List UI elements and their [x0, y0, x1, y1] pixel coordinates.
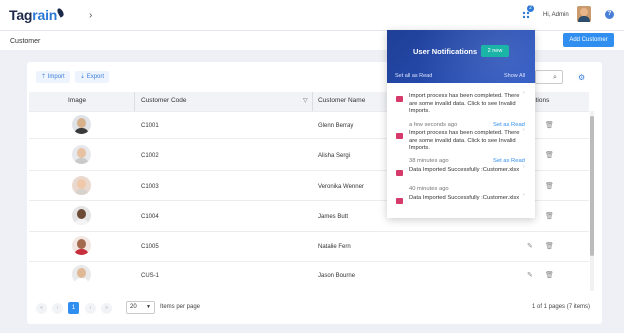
expand-sidebar-icon[interactable]: ›	[89, 10, 92, 21]
chevron-right-icon[interactable]: ›	[523, 192, 525, 198]
cell-customer-code: C1001	[141, 123, 159, 129]
search-icon[interactable]: ⌕	[553, 74, 557, 82]
notification-time: 38 minutes ago	[409, 158, 449, 164]
last-page-button[interactable]: »	[101, 303, 112, 314]
add-customer-button[interactable]: Add Customer	[563, 33, 614, 47]
notifications-header: User Notifications 2 new Set all as Read…	[387, 30, 535, 83]
chevron-right-icon[interactable]: ›	[523, 127, 525, 133]
column-divider[interactable]	[312, 92, 313, 111]
cell-customer-code: CUS-1	[141, 273, 160, 279]
page-size-select[interactable]: 20 ▼	[126, 301, 155, 314]
customer-avatar	[72, 145, 91, 164]
export-label: Export	[86, 74, 105, 80]
chevron-right-icon[interactable]: ›	[523, 164, 525, 170]
edit-icon[interactable]: ✎	[527, 242, 533, 250]
chevron-down-icon: ▼	[146, 304, 151, 310]
cell-customer-code: C1003	[141, 184, 159, 190]
notification-time: a few seconds ago	[409, 122, 458, 128]
row-divider	[29, 231, 589, 232]
help-icon[interactable]: ?	[605, 10, 614, 19]
header-customer-name[interactable]: Customer Name	[318, 97, 365, 104]
next-page-button[interactable]: ›	[85, 303, 96, 314]
import-label: Import	[47, 74, 65, 80]
logo-text-rain: rain	[32, 7, 58, 23]
delete-icon[interactable]: 🗑	[545, 182, 554, 190]
user-greeting[interactable]: Hi, Admin	[543, 12, 569, 18]
admin-avatar[interactable]	[577, 6, 591, 22]
import-button[interactable]: ⇡ Import	[36, 71, 70, 83]
set-as-read-link[interactable]: Set as Read	[493, 158, 525, 164]
items-per-page-label: Items per page	[160, 304, 201, 310]
page-1-button[interactable]: 1	[68, 302, 79, 314]
page-title: Customer	[10, 38, 41, 45]
customer-avatar	[72, 265, 91, 284]
edit-icon[interactable]: ✎	[527, 271, 533, 279]
app-logo[interactable]: Tagrain	[9, 7, 66, 23]
cell-customer-code: C1005	[141, 244, 159, 250]
page-size-value: 20	[130, 304, 137, 310]
notification-text[interactable]: Import process has been completed. There…	[409, 130, 527, 153]
prev-page-button[interactable]: ‹	[52, 303, 63, 314]
customer-avatar	[72, 236, 91, 255]
header-image: Image	[68, 97, 87, 104]
message-icon	[396, 96, 403, 102]
set-as-read-link[interactable]: Set as Read	[493, 122, 525, 128]
cell-customer-name: James Butt	[318, 214, 349, 220]
filter-icon[interactable]: ▽	[303, 97, 308, 104]
customer-avatar	[72, 206, 91, 225]
delete-icon[interactable]: 🗑	[545, 121, 554, 129]
cell-customer-code: C1002	[141, 153, 159, 159]
delete-icon[interactable]: 🗑	[545, 151, 554, 159]
delete-icon[interactable]: 🗑	[545, 271, 554, 279]
row-divider	[29, 261, 589, 262]
message-icon	[396, 170, 403, 176]
cell-customer-name: Veronika Wenner	[318, 184, 364, 190]
message-icon	[396, 133, 403, 139]
header-customer-code[interactable]: Customer Code	[141, 97, 187, 104]
notifications-panel: User Notifications 2 new Set all as Read…	[387, 30, 535, 218]
cell-customer-name: Glenn Berray	[318, 123, 354, 129]
first-page-button[interactable]: «	[36, 303, 47, 314]
table-scrollbar-thumb[interactable]	[590, 116, 594, 256]
cell-customer-name: Jason Bourne	[318, 273, 356, 279]
message-icon	[396, 198, 403, 204]
show-all-link[interactable]: Show All	[504, 73, 525, 79]
column-divider[interactable]	[134, 92, 135, 111]
search-input[interactable]	[535, 70, 563, 84]
notification-text[interactable]: Data Imported Successfully :Customer.xls…	[409, 195, 527, 203]
set-all-read-link[interactable]: Set all as Read	[395, 73, 432, 79]
new-count-badge: 2 new	[481, 45, 509, 57]
gear-icon[interactable]: ⚙	[578, 73, 585, 82]
cell-customer-name: Natalie Fern	[318, 244, 351, 250]
notification-count-badge: 2	[527, 5, 534, 12]
customer-avatar	[72, 176, 91, 195]
notification-text[interactable]: Data Imported Successfully :Customer.xls…	[409, 167, 527, 175]
export-button[interactable]: ⇣ Export	[75, 71, 110, 83]
delete-icon[interactable]: 🗑	[545, 242, 554, 250]
chevron-right-icon[interactable]: ›	[523, 90, 525, 96]
customer-avatar	[72, 115, 91, 134]
cell-customer-name: Alisha Sergi	[318, 153, 351, 159]
page-info: 1 of 1 pages (7 items)	[532, 304, 591, 310]
notifications-title: User Notifications	[413, 47, 478, 56]
delete-icon[interactable]: 🗑	[545, 212, 554, 220]
notification-time: 40 minutes ago	[409, 186, 449, 192]
cell-customer-code: C1004	[141, 214, 159, 220]
notification-text[interactable]: Import process has been completed. There…	[409, 93, 527, 116]
logo-text-tag: Tag	[9, 7, 33, 23]
